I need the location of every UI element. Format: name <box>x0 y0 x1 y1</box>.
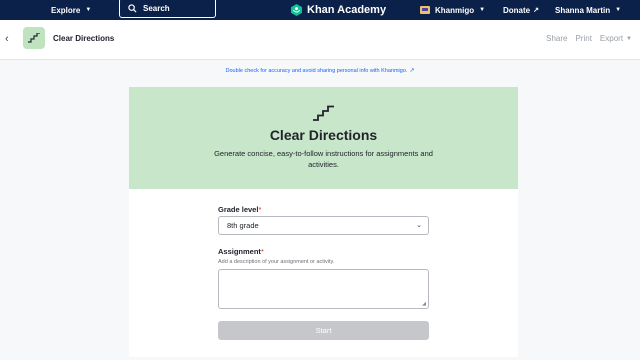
user-name: Shanna Martin <box>555 5 611 15</box>
assignment-label: Assignment* <box>218 247 264 256</box>
export-menu[interactable]: Export ▼ <box>600 34 632 43</box>
required-marker: * <box>258 205 262 214</box>
disclaimer-text: Double check for accuracy and avoid shar… <box>225 68 408 74</box>
explore-label: Explore <box>51 5 81 15</box>
chevron-down-icon: ▼ <box>479 7 486 13</box>
card-description: Generate concise, easy-to-follow instruc… <box>214 149 433 169</box>
chevron-down-icon: ▼ <box>85 7 92 13</box>
leaf-logo-icon <box>291 4 302 16</box>
khanmigo-label: Khanmigo <box>435 5 475 15</box>
chevron-down-icon: ⌄ <box>416 222 422 229</box>
external-link-icon: ↗ <box>409 68 415 74</box>
resize-grip-icon[interactable]: ◢ <box>422 301 426 307</box>
grade-level-select[interactable]: 8th grade ⌄ <box>218 216 429 235</box>
stairs-icon <box>312 105 334 121</box>
back-arrow-icon[interactable]: ‹ <box>5 33 9 45</box>
assignment-hint: Add a description of your assignment or … <box>218 259 335 265</box>
card-title: Clear Directions <box>269 127 378 143</box>
required-marker: * <box>260 247 264 256</box>
grade-level-label: Grade level* <box>218 205 261 214</box>
chevron-down-icon: ▼ <box>615 7 622 13</box>
grade-level-label-text: Grade level <box>218 205 259 214</box>
tool-icon-tile <box>23 27 45 49</box>
search-placeholder: Search <box>143 3 170 13</box>
external-link-icon: ↗ <box>533 7 539 14</box>
search-input[interactable]: Search <box>119 0 216 18</box>
share-button[interactable]: Share <box>546 34 567 43</box>
grade-level-value: 8th grade <box>227 221 259 230</box>
top-navigation: Explore ▼ Search Khan Academy Khanmigo ▼… <box>0 0 640 20</box>
tool-header: ‹ Clear Directions Share Print Export ▼ <box>0 20 640 60</box>
search-icon <box>128 3 137 13</box>
khanmigo-icon <box>420 6 430 14</box>
khan-academy-logo[interactable]: Khan Academy <box>291 0 386 20</box>
disclaimer-link[interactable]: Double check for accuracy and avoid shar… <box>0 67 640 74</box>
start-label: Start <box>315 326 332 335</box>
start-button[interactable]: Start <box>218 321 429 340</box>
tool-card-header: Clear Directions Generate concise, easy-… <box>129 87 518 189</box>
assignment-textarea[interactable]: ◢ <box>218 269 429 309</box>
user-menu[interactable]: Shanna Martin ▼ <box>555 0 621 20</box>
print-button[interactable]: Print <box>575 34 591 43</box>
logo-text: Khan Academy <box>307 4 387 16</box>
assignment-label-text: Assignment <box>218 247 261 256</box>
donate-label: Donate <box>503 5 531 15</box>
donate-link[interactable]: Donate ↗ <box>503 0 539 20</box>
chevron-down-icon: ▼ <box>626 35 632 42</box>
export-label: Export <box>599 34 624 43</box>
tool-name: Clear Directions <box>53 34 115 43</box>
header-actions: Share Print Export ▼ <box>546 34 632 43</box>
stairs-icon <box>27 33 40 43</box>
khanmigo-menu[interactable]: Khanmigo ▼ <box>420 0 485 20</box>
explore-menu[interactable]: Explore ▼ <box>51 0 91 20</box>
